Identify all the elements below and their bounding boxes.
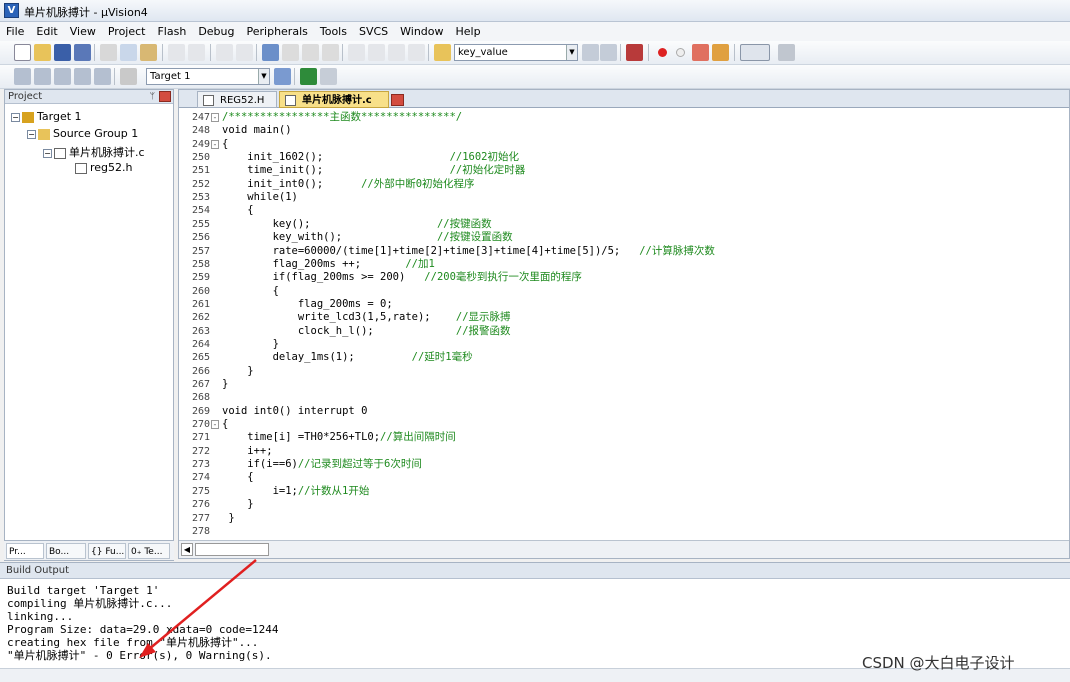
watermark: CSDN @大白电子设计 [862,654,1015,672]
annotation-arrow [139,559,257,658]
